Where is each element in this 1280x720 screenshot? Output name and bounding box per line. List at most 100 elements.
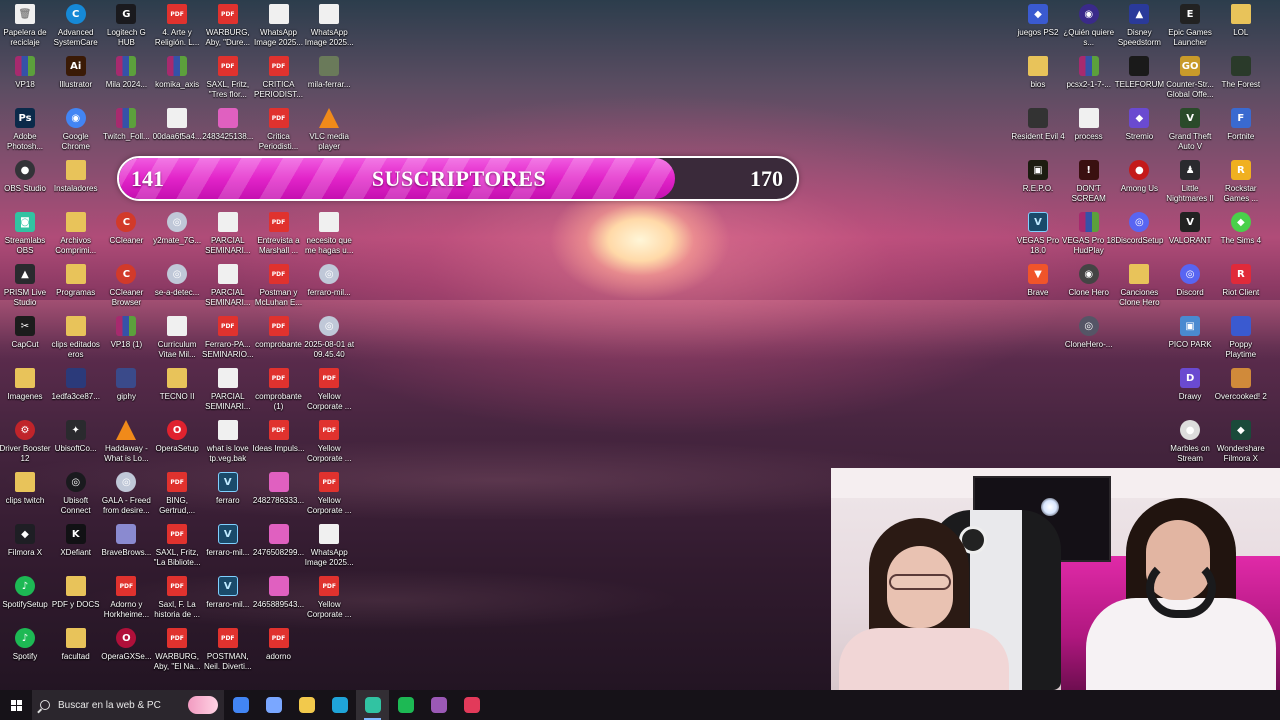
desktop-icon[interactable]: necesito que me hagas u... (304, 212, 354, 262)
desktop-icon[interactable]: Ps Adobe Photosh... (0, 108, 50, 158)
desktop-icon[interactable]: PDF Saxl, F. La historia de ... (152, 576, 202, 626)
desktop-icon[interactable]: bios (1013, 56, 1063, 106)
desktop-icon[interactable]: PDF Yellow Corporate ... (304, 420, 354, 470)
desktop-icon[interactable]: V VALORANT (1165, 212, 1215, 262)
desktop-icon[interactable]: ◉ ¿Quién quiere s... (1063, 4, 1114, 54)
desktop-icon[interactable]: ◎ Discord (1165, 264, 1215, 314)
desktop-icon[interactable]: Curriculum Vitae Mil... (152, 316, 202, 366)
desktop-icon[interactable]: Overcooked! 2 (1215, 368, 1267, 418)
desktop-icon[interactable]: facultad (51, 628, 101, 678)
desktop-icon[interactable]: Programas (51, 264, 101, 314)
edge-app[interactable] (323, 690, 356, 720)
desktop-icon[interactable]: ◆ juegos PS2 (1013, 4, 1063, 54)
chrome-app[interactable] (224, 690, 257, 720)
desktop-icon[interactable]: ◎ y2mate_7G... (152, 212, 202, 262)
desktop-icon[interactable]: TELEFORUM (1114, 56, 1164, 106)
desktop-icon[interactable]: Instaladores (51, 160, 101, 210)
desktop-icon[interactable]: PDF comprobante (254, 316, 304, 366)
desktop-icon[interactable]: Vferraro-mil... (203, 524, 253, 574)
desktop-icon[interactable]: clips editados eros (51, 316, 101, 366)
desktop-icon[interactable]: PDF adorno (254, 628, 304, 678)
desktop-icon[interactable]: ◎ ferraro-mil... (304, 264, 354, 314)
desktop-icon[interactable]: VP18 (1) (101, 316, 151, 366)
desktop-icon[interactable]: ♪ SpotifySetup (0, 576, 50, 626)
desktop-icon[interactable]: PARCIAL SEMINARI... (203, 368, 253, 418)
desktop-icon[interactable]: ✦ UbisoftCo... (51, 420, 101, 470)
desktop-icon[interactable]: R Rockstar Games ... (1216, 160, 1266, 210)
desktop-icon[interactable]: ▼ Brave (1013, 264, 1063, 314)
desktop-icon[interactable]: Vferraro (203, 472, 253, 522)
desktop-icon[interactable]: Ai Illustrator (51, 56, 101, 106)
desktop-icon[interactable]: GO Counter-Str... Global Offe... (1165, 56, 1215, 106)
desktop-icon[interactable]: O OperaSetup (152, 420, 202, 470)
desktop-icon[interactable]: WhatsApp Image 2025... (304, 4, 354, 54)
desktop-icon[interactable]: Archivos Comprimi... (51, 212, 101, 262)
desktop-icon[interactable]: pcsx2-1-7-... (1064, 56, 1114, 106)
desktop-icon[interactable]: K XDefiant (51, 524, 101, 574)
desktop-icon[interactable]: ▣ PICO PARK (1165, 316, 1215, 366)
desktop-icon[interactable]: PARCIAL SEMINARI... (203, 264, 253, 314)
spotify-app[interactable] (389, 690, 422, 720)
desktop-icon[interactable]: Haddaway - What is Lo... (101, 420, 151, 470)
desktop-icon[interactable]: ◎ se-a-detec... (152, 264, 202, 314)
desktop-icon[interactable]: Canciones Clone Hero (1114, 264, 1164, 314)
desktop-icon[interactable]: C Advanced SystemCare (51, 4, 101, 54)
desktop-icon[interactable]: ◆ Wondershare Filmora X (1216, 420, 1266, 470)
desktop-icon[interactable]: ◆ Filmora X (0, 524, 50, 574)
desktop-icon[interactable]: C CCleaner (101, 212, 151, 262)
desktop-icon[interactable]: LOL (1216, 4, 1266, 54)
desktop-icon[interactable]: giphy (101, 368, 151, 418)
desktop-icon[interactable]: ♪ Spotify (0, 628, 50, 678)
desktop-icon[interactable]: PDF Entrevista a Marshall ... (254, 212, 304, 262)
desktop-icon[interactable]: process (1064, 108, 1114, 158)
desktop-icon[interactable]: 2465889543... (253, 576, 304, 626)
desktop-icon[interactable]: PARCIAL SEMINARI... (203, 212, 253, 262)
desktop-icon[interactable]: TECNO II (152, 368, 202, 418)
desktop-icon[interactable]: PDF POSTMAN, Neil. Diverti... (203, 628, 253, 678)
desktop-icon[interactable]: PDF y DOCS (51, 576, 101, 626)
desktop-icon[interactable]: ▣ R.E.P.O. (1013, 160, 1063, 210)
desktop-icon[interactable]: V Grand Theft Auto V (1165, 108, 1215, 158)
desktop-icon[interactable]: 2482786333... (253, 472, 304, 522)
desktop-icon[interactable]: O OperaGXSe... (101, 628, 152, 678)
desktop-icon[interactable]: ● Marbles on Stream (1165, 420, 1215, 470)
capcut-app[interactable] (455, 690, 488, 720)
desktop-icon[interactable]: VP18 (0, 56, 50, 106)
desktop-icon[interactable]: PDF BING, Gertrud,... (152, 472, 202, 522)
desktop-icon[interactable]: 🗑 Papelera de reciclaje (0, 4, 50, 54)
desktop-icon[interactable]: 2476508299... (253, 524, 304, 574)
desktop-icon[interactable]: PDF Critica Periodisti... (254, 108, 304, 158)
desktop-icon[interactable]: VEGAS Pro 18 HudPlay (1062, 212, 1115, 262)
desktop-icon[interactable]: komika_axis (152, 56, 202, 106)
desktop-icon[interactable]: ◉ Google Chrome (51, 108, 101, 158)
desktop-icon[interactable]: WhatsApp Image 2025... (254, 4, 304, 54)
copilot-app[interactable] (257, 690, 290, 720)
desktop-icon[interactable]: Mila 2024... (101, 56, 151, 106)
desktop-icon[interactable]: Poppy Playtime (1216, 316, 1266, 366)
desktop-icon[interactable]: E Epic Games Launcher (1165, 4, 1215, 54)
desktop-icon[interactable]: ◉ Clone Hero (1064, 264, 1114, 314)
streamlabs-app[interactable] (356, 690, 389, 720)
desktop-icon[interactable]: ! DON'T SCREAM (1064, 160, 1114, 210)
desktop-icon[interactable]: PDF Adorno y Horkheime... (101, 576, 151, 626)
desktop-icon[interactable]: V VEGAS Pro 18.0 (1013, 212, 1063, 262)
desktop-icon[interactable]: ◎ CloneHero-... (1064, 316, 1114, 366)
desktop-icon[interactable]: The Forest (1216, 56, 1266, 106)
desktop-icon[interactable]: ◎ GALA - Freed from desire... (101, 472, 151, 522)
taskbar-search-box[interactable]: Buscar en la web & PC (32, 690, 224, 720)
desktop-icon[interactable]: G Logitech G HUB (101, 4, 151, 54)
desktop-icon[interactable]: PDF WARBURG, Aby, "El Na... (152, 628, 202, 678)
desktop-icon[interactable]: ◎ Ubisoft Connect (51, 472, 101, 522)
desktop-icon[interactable]: Imagenes (0, 368, 50, 418)
desktop-icon[interactable]: R Riot Client (1216, 264, 1266, 314)
desktop-icon[interactable]: PDF Ideas Impuls... (252, 420, 305, 470)
start-button[interactable] (0, 690, 32, 720)
desktop-icon[interactable]: Twitch_Foll... (101, 108, 151, 158)
desktop-icon[interactable]: VLC media player (304, 108, 354, 158)
desktop-icon[interactable]: ▲ Disney Speedstorm (1114, 4, 1164, 54)
desktop-icon[interactable]: ● Among Us (1114, 160, 1164, 210)
desktop-icon[interactable]: Vferraro-mil... (203, 576, 253, 626)
desktop-icon[interactable]: Resident Evil 4 (1011, 108, 1065, 158)
desktop-icon[interactable]: D Drawy (1165, 368, 1215, 418)
desktop-icon[interactable]: C CCleaner Browser (101, 264, 151, 314)
